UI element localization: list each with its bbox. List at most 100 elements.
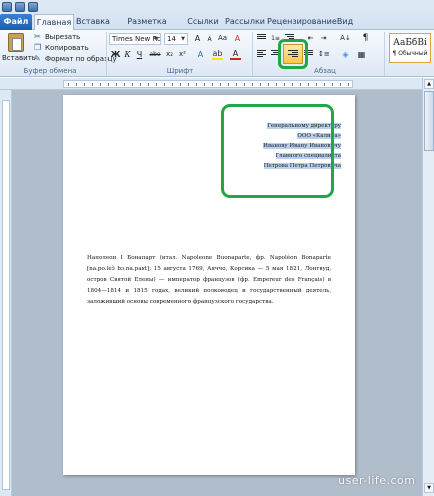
ruler-scale	[63, 80, 353, 88]
copy-label: Копировать	[45, 44, 89, 52]
ruler-tick	[76, 83, 77, 86]
bold-button[interactable]: Ж	[110, 49, 121, 60]
redo-icon[interactable]	[28, 2, 38, 12]
scroll-thumb[interactable]	[424, 91, 434, 151]
line-spacing-icon[interactable]: ↕≡	[318, 49, 330, 60]
scissors-icon: ✂	[34, 32, 41, 41]
format-painter-button[interactable]: ✎ Формат по образцу	[34, 54, 117, 64]
ruler-scale	[2, 100, 10, 490]
tab-page-layout[interactable]: Разметка страницы	[114, 14, 180, 42]
save-icon[interactable]	[2, 2, 12, 12]
ribbon-tab-bar: Файл Главная Вставка Разметка страницы С…	[0, 0, 434, 42]
italic-button[interactable]: К	[122, 49, 133, 60]
text-effects-icon[interactable]: A	[195, 49, 206, 60]
ruler-tick	[284, 83, 285, 86]
ribbon: Вставить ✂ Вырезать ❐ Копировать ✎ Форма…	[0, 30, 434, 77]
copy-icon: ❐	[34, 43, 42, 52]
tab-view[interactable]: Вид	[336, 14, 354, 30]
underline-button[interactable]: Ч	[134, 49, 145, 60]
scroll-up-icon[interactable]: ▲	[424, 79, 434, 89]
paragraph-group-label: Абзац	[314, 67, 336, 75]
ruler-tick	[132, 83, 133, 86]
horizontal-ruler[interactable]	[0, 78, 434, 90]
ruler-tick	[140, 83, 141, 86]
tab-references[interactable]: Ссылки	[186, 14, 220, 30]
cut-label: Вырезать	[45, 33, 81, 41]
ruler-tick	[220, 83, 221, 86]
ruler-tick	[340, 83, 341, 86]
font-name-combo[interactable]: Times New Rom ▼	[109, 33, 161, 45]
grow-font-button[interactable]: A	[192, 33, 203, 44]
ruler-tick	[324, 83, 325, 86]
clear-formatting-button[interactable]: A	[232, 33, 243, 44]
ruler-tick	[148, 83, 149, 86]
chevron-down-icon: ▼	[181, 36, 185, 42]
superscript-button[interactable]: x²	[177, 49, 188, 60]
strikethrough-button[interactable]: abe	[148, 49, 162, 60]
font-size-value: 14	[167, 35, 176, 43]
ruler-tick	[300, 83, 301, 86]
bullets-icon[interactable]	[256, 33, 267, 44]
tab-file[interactable]: Файл	[0, 14, 32, 30]
ruler-tick	[316, 83, 317, 86]
ruler-tick	[212, 83, 213, 86]
clipboard-group-label: Буфер обмена	[23, 67, 77, 75]
show-marks-button[interactable]: ¶	[360, 33, 371, 44]
style-normal[interactable]: АаБбВі ¶ Обычный	[389, 33, 431, 63]
ruler-tick	[188, 83, 189, 86]
font-group-label: Шрифт	[166, 67, 194, 75]
paste-button[interactable]: Вставить	[2, 32, 36, 65]
ruler-tick	[292, 83, 293, 86]
ruler-tick	[348, 83, 349, 86]
scroll-down-icon[interactable]: ▼	[424, 483, 434, 493]
ruler-tick	[332, 83, 333, 86]
ruler-tick	[196, 83, 197, 86]
ruler-tick	[92, 83, 93, 86]
ruler-tick	[100, 83, 101, 86]
borders-icon[interactable]: ▦	[356, 49, 367, 60]
vertical-ruler[interactable]	[0, 90, 12, 496]
font-size-combo[interactable]: 14 ▼	[164, 33, 188, 45]
ruler-tick	[156, 83, 157, 86]
ruler-tick	[244, 83, 245, 86]
ruler-tick	[236, 83, 237, 86]
sort-icon[interactable]: A↓	[340, 33, 351, 44]
ruler-tick	[228, 83, 229, 86]
ruler-tick	[164, 83, 165, 86]
brush-icon: ✎	[34, 54, 41, 63]
ruler-tick	[124, 83, 125, 86]
ruler-tick	[180, 83, 181, 86]
change-case-button[interactable]: Aa	[217, 33, 228, 44]
copy-button[interactable]: ❐ Копировать	[34, 43, 89, 53]
ruler-tick	[260, 83, 261, 86]
increase-indent-icon[interactable]: ⇥	[318, 33, 329, 44]
align-left-icon[interactable]	[256, 49, 267, 60]
cut-button[interactable]: ✂ Вырезать	[34, 32, 80, 42]
style-name: ¶ Обычный	[392, 50, 428, 57]
paste-label: Вставить	[2, 54, 36, 62]
vertical-scrollbar[interactable]: ▲ ▼	[422, 78, 434, 496]
quick-access-toolbar	[2, 1, 38, 13]
tab-mailings[interactable]: Рассылки	[225, 14, 265, 30]
tab-review[interactable]: Рецензирование	[267, 14, 337, 30]
font-color-icon[interactable]: A	[230, 49, 241, 60]
group-divider	[106, 32, 107, 76]
highlight-color-icon[interactable]: ab	[212, 49, 223, 60]
align-right-highlight-frame	[278, 39, 308, 69]
tab-insert[interactable]: Вставка	[76, 14, 110, 30]
ruler-tick	[172, 83, 173, 86]
shading-icon[interactable]: ◈	[340, 49, 351, 60]
ruler-tick	[308, 83, 309, 86]
group-divider	[384, 32, 385, 76]
shrink-font-button[interactable]: A	[204, 34, 215, 45]
address-highlight-frame	[221, 104, 334, 198]
watermark: user-life.com	[338, 474, 416, 487]
clipboard-icon	[8, 33, 24, 52]
body-paragraph[interactable]: Наполеон I Бонапарт (итал. Napoleone Buo…	[87, 253, 331, 308]
subscript-button[interactable]: x₂	[164, 49, 175, 60]
ruler-tick	[116, 83, 117, 86]
undo-icon[interactable]	[15, 2, 25, 12]
ruler-tick	[68, 83, 69, 86]
chevron-down-icon: ▼	[154, 36, 158, 42]
tab-home[interactable]: Главная	[34, 14, 74, 31]
